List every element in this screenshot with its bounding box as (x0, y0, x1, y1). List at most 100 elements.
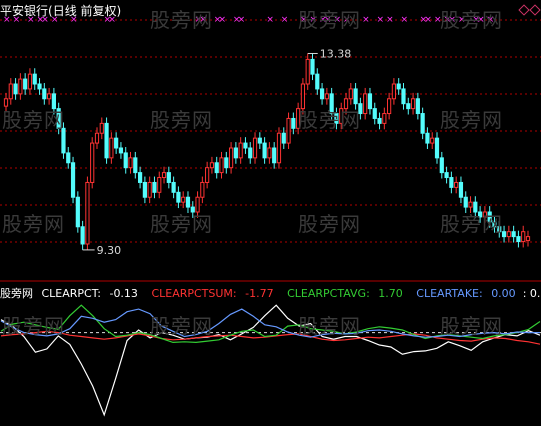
signal-marker: × (266, 15, 274, 25)
watermark: 股旁网 (2, 314, 65, 338)
watermark: 股旁网 (2, 108, 65, 132)
candle-body (157, 177, 162, 193)
candle-body (430, 137, 435, 144)
cleartake-legend: CLEARTAKE: 0.00 (416, 287, 520, 300)
candle-body (142, 181, 147, 198)
watermark: 股旁网 (298, 8, 361, 32)
candle-body (209, 162, 215, 169)
candle-body (425, 132, 430, 144)
candle-body (305, 58, 310, 85)
clearpctsum-value: -1.77 (245, 287, 274, 300)
candle-body (23, 78, 28, 90)
candle-body (80, 226, 85, 245)
candle-body (114, 137, 119, 149)
candle-body (94, 132, 100, 144)
candle-body (454, 181, 459, 188)
stock-name: 平安银行 (0, 4, 49, 18)
watermark: 股旁网 (298, 212, 361, 236)
watermark: 股旁网 (150, 8, 213, 32)
candle-body (200, 181, 205, 198)
candle-body (205, 167, 210, 183)
clearpct-value: -0.13 (109, 287, 138, 300)
candle-body (410, 98, 416, 110)
candle-body (104, 122, 109, 159)
candle-body (133, 157, 138, 174)
watermark: 股旁网 (150, 108, 213, 132)
clearpctavg-label: CLEARPCTAVG: (287, 287, 370, 300)
candle-body (367, 93, 373, 110)
watermark: 股旁网 (440, 212, 503, 236)
indicator-name: 股旁网 (0, 287, 33, 300)
candle-body (396, 83, 401, 90)
candle-body (257, 137, 262, 144)
candle-body (99, 122, 104, 134)
candle-body (181, 196, 186, 203)
candle-body (42, 88, 47, 100)
candle-body (166, 172, 171, 183)
candle-body (233, 147, 238, 159)
candle-body (372, 108, 377, 119)
signal-marker: × (219, 15, 227, 25)
candle-body (439, 157, 444, 174)
candle-body (363, 93, 368, 115)
candle-body (382, 113, 387, 124)
candle-body (185, 196, 191, 208)
candle-body (37, 83, 42, 90)
candle-body (406, 103, 411, 110)
signal-marker: × (362, 15, 370, 25)
clearpctsum-legend: CLEARPCTSUM: -1.77 (151, 287, 278, 300)
candle-body (13, 83, 18, 95)
candle-body (521, 231, 526, 243)
candle-body (243, 142, 248, 149)
candle-body (324, 93, 329, 100)
candle-body (118, 147, 124, 154)
candle-body (238, 142, 243, 159)
watermark: 股旁网 (298, 108, 361, 132)
watermark: 股旁网 (2, 212, 65, 236)
candle-body (219, 157, 224, 174)
signal-marker: × (281, 15, 289, 25)
high-price-label: 13.38 (320, 47, 352, 60)
candle-body (171, 181, 176, 193)
candle-body (511, 231, 516, 238)
clearpctavg-value: 1.70 (378, 287, 403, 300)
candle-body (506, 231, 511, 238)
candle-body (468, 201, 473, 208)
candle-body (315, 73, 320, 90)
signal-marker: × (400, 15, 408, 25)
low-price-label: 9.30 (97, 244, 122, 257)
chart-mode: (日线 前复权) (48, 4, 122, 18)
candle-body (434, 137, 440, 159)
candle-body (377, 117, 382, 124)
candle-body (18, 78, 23, 95)
candle-body (75, 196, 80, 228)
candle-body (348, 88, 353, 100)
candle-body (47, 93, 52, 100)
candle-body (128, 157, 133, 169)
cleartake-extra: : 0.00 (522, 287, 541, 300)
cleartake-label: CLEARTAKE: (416, 287, 483, 300)
candle-body (401, 88, 406, 105)
watermark: 股旁网 (298, 314, 361, 338)
candle-body (387, 98, 392, 115)
watermark: 股旁网 (440, 108, 503, 132)
candle-body (90, 142, 95, 183)
signal-marker: × (377, 15, 385, 25)
clearpctavg-legend: CLEARPCTAVG: 1.70 (287, 287, 408, 300)
signal-marker: × (424, 15, 432, 25)
candle-body (458, 181, 464, 198)
candle-body (123, 152, 128, 169)
candle-body (252, 137, 258, 159)
candle-body (248, 147, 253, 159)
candle-body (267, 147, 272, 159)
candle-body (272, 147, 277, 164)
signal-marker: × (238, 15, 246, 25)
candle-body (85, 181, 90, 245)
watermark: 股旁网 (150, 314, 213, 338)
candle-body (444, 172, 449, 179)
candle-body (286, 117, 291, 144)
clearpct-legend: CLEARPCT: -0.13 (42, 287, 143, 300)
candle-body (420, 113, 425, 134)
chart-title: 平安银行(日线 前复权) (0, 2, 121, 19)
watermark: 股旁网 (440, 8, 503, 32)
